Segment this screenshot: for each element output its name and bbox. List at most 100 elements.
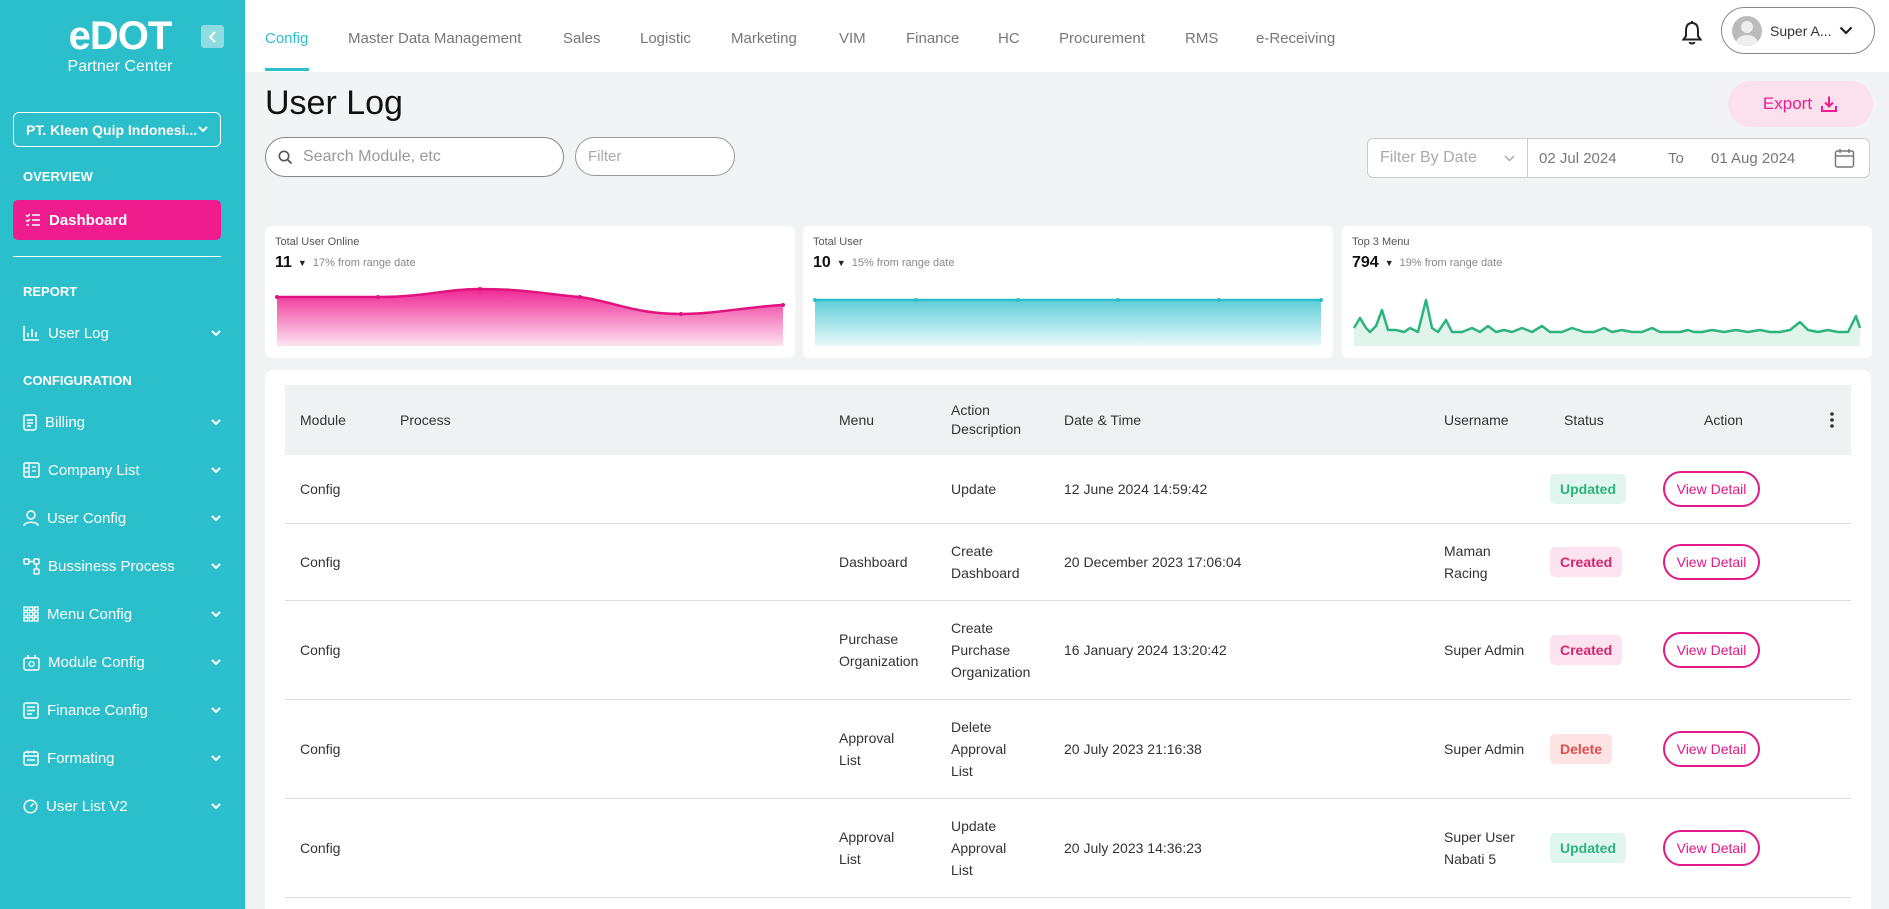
- document-icon: [23, 413, 37, 431]
- cell-module: Config: [300, 741, 341, 757]
- sidebar-item-billing[interactable]: Billing: [23, 407, 221, 437]
- search-box: [265, 137, 564, 177]
- sidebar-item-module-config[interactable]: Module Config: [23, 647, 221, 677]
- list-check-icon: [25, 213, 40, 226]
- sidebar-item-user-config[interactable]: User Config: [23, 503, 221, 533]
- sparkline-chart: [1352, 298, 1862, 346]
- table-header: Module Process Menu Action Description D…: [285, 385, 1851, 455]
- cell-date-time: 12 June 2024 14:59:42: [1064, 481, 1208, 497]
- status-badge: Updated: [1550, 474, 1626, 504]
- tab-finance[interactable]: Finance: [906, 30, 959, 47]
- tab-vim[interactable]: VIM: [839, 30, 866, 47]
- tab-procurement[interactable]: Procurement: [1059, 30, 1145, 47]
- sparkline-chart: [275, 287, 785, 346]
- card-title: Total User: [813, 236, 863, 248]
- filter-by-date-select[interactable]: Filter By Date: [1368, 139, 1528, 177]
- chevron-down-icon: [211, 610, 221, 617]
- logo-brand: eDOT: [68, 14, 173, 58]
- chevron-down-icon: [211, 329, 221, 336]
- user-log-table: Module Process Menu Action Description D…: [265, 370, 1871, 909]
- tab-logistic[interactable]: Logistic: [640, 30, 691, 47]
- chevron-left-icon: [208, 30, 216, 43]
- tab-marketing[interactable]: Marketing: [731, 30, 797, 47]
- export-label: Export: [1762, 94, 1813, 113]
- col-header-process: Process: [400, 411, 451, 428]
- tab-e-receiving[interactable]: e-Receiving: [1256, 30, 1335, 47]
- sidebar-item-dashboard[interactable]: Dashboard: [13, 200, 221, 240]
- chevron-down-icon: [211, 514, 221, 521]
- card-value: 11: [275, 254, 292, 271]
- sidebar-item-label: Finance Config: [47, 701, 148, 719]
- tab-config[interactable]: Config: [265, 30, 308, 47]
- bar-chart-icon: [23, 326, 39, 341]
- sidebar-item-company-list[interactable]: Company List: [23, 455, 221, 485]
- dashboard-icon: [23, 798, 38, 814]
- sidebar-item-label: Module Config: [48, 653, 145, 671]
- date-to-field[interactable]: 01 Aug 2024: [1711, 150, 1795, 167]
- chevron-down-icon: [211, 562, 221, 569]
- tab-hc[interactable]: HC: [998, 30, 1020, 47]
- user-menu[interactable]: Super A...: [1721, 7, 1875, 54]
- flow-icon: [23, 557, 40, 575]
- view-detail-button[interactable]: View Detail: [1663, 830, 1760, 866]
- notification-bell-icon[interactable]: [1680, 20, 1704, 46]
- download-icon: [1821, 96, 1838, 112]
- more-options-icon[interactable]: [1830, 412, 1834, 428]
- export-button[interactable]: Export: [1728, 81, 1873, 127]
- sidebar-item-user-list-v2[interactable]: User List V2: [23, 791, 221, 821]
- tab-rms[interactable]: RMS: [1185, 30, 1218, 47]
- sidebar-item-user-log[interactable]: User Log: [23, 318, 221, 348]
- user-icon: [23, 509, 39, 526]
- view-detail-button[interactable]: View Detail: [1663, 544, 1760, 580]
- search-input[interactable]: [303, 148, 533, 166]
- sidebar: eDOT Partner Center PT. Kleen Quip Indon…: [0, 0, 245, 909]
- company-select[interactable]: PT. Kleen Quip Indonesi...: [13, 112, 221, 147]
- stat-card-total-user-online: Total User Online 11 ▼ 17% from range da…: [265, 226, 795, 358]
- date-range-filter: Filter By Date 02 Jul 2024 To 01 Aug 202…: [1367, 138, 1870, 178]
- tab-master-data-management[interactable]: Master Data Management: [348, 30, 521, 47]
- sidebar-item-label: Company List: [48, 461, 140, 479]
- trend-down-icon: ▼: [836, 258, 846, 268]
- filter-placeholder: Filter: [588, 148, 622, 165]
- trend-down-icon: ▼: [297, 258, 307, 268]
- status-badge: Created: [1550, 635, 1623, 665]
- calendar-icon: [23, 750, 39, 766]
- sparkline-chart: [813, 298, 1323, 346]
- report-section-title: REPORT: [23, 284, 78, 299]
- grid-icon: [23, 606, 39, 622]
- sidebar-item-formating[interactable]: Formating: [23, 743, 221, 773]
- configuration-section-title: CONFIGURATION: [23, 373, 132, 388]
- collapse-sidebar-button[interactable]: [201, 25, 224, 48]
- filter-by-date-label: Filter By Date: [1380, 149, 1477, 166]
- status-badge: Delete: [1550, 734, 1613, 764]
- sidebar-item-finance-config[interactable]: Finance Config: [23, 695, 221, 725]
- cell-module: Config: [300, 840, 341, 856]
- card-title: Top 3 Menu: [1352, 236, 1410, 248]
- col-header-action: Action: [1704, 411, 1743, 428]
- cell-date-time: 20 July 2023 21:16:38: [1064, 741, 1202, 757]
- cell-menu: Approval List: [839, 829, 895, 867]
- search-icon: [278, 150, 293, 164]
- col-header-date-time: Date & Time: [1064, 411, 1142, 428]
- avatar: [1732, 15, 1762, 46]
- view-detail-button[interactable]: View Detail: [1663, 471, 1760, 507]
- view-detail-button[interactable]: View Detail: [1663, 731, 1760, 767]
- cell-date-time: 16 January 2024 13:20:42: [1064, 642, 1227, 658]
- card-value: 10: [813, 254, 831, 271]
- sidebar-item-label: Billing: [45, 413, 86, 431]
- sidebar-item-menu-config[interactable]: Menu Config: [23, 599, 221, 629]
- filter-input[interactable]: Filter: [575, 137, 735, 176]
- col-header-username: Username: [1444, 411, 1509, 428]
- cell-username: Maman Racing: [1444, 543, 1491, 581]
- sidebar-item-label: Dashboard: [49, 211, 128, 229]
- sidebar-item-label: User List V2: [46, 797, 128, 815]
- card-delta: 17% from range date: [312, 257, 416, 269]
- col-header-status: Status: [1564, 411, 1604, 428]
- date-from-field[interactable]: 02 Jul 2024: [1539, 150, 1617, 167]
- sidebar-item-bussiness-process[interactable]: Bussiness Process: [23, 551, 221, 581]
- tab-sales[interactable]: Sales: [563, 30, 601, 47]
- cell-date-time: 20 December 2023 17:06:04: [1064, 554, 1242, 570]
- calendar-icon[interactable]: [1834, 148, 1855, 169]
- view-detail-button[interactable]: View Detail: [1663, 632, 1760, 668]
- stat-card-total-user: Total User 10 ▼ 15% from range date: [803, 226, 1333, 358]
